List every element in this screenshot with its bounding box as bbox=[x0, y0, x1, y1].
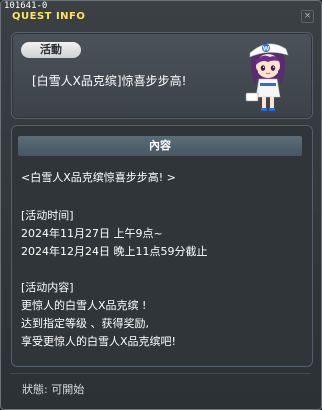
quest-header: 活動 [白雪人X品克缤]惊喜步步高! W bbox=[11, 32, 313, 119]
section-title: 內容 bbox=[18, 136, 302, 156]
description-line: [活动时间] bbox=[21, 209, 74, 222]
window-title: QUEST INFO bbox=[12, 11, 86, 22]
quest-status: 狀態: 可開始 bbox=[22, 383, 85, 396]
description-line: 2024年11月27日 上午9点~ bbox=[21, 227, 163, 240]
divider bbox=[11, 373, 311, 374]
description-line: 2024年12月24日 晚上11点59分截止 bbox=[21, 245, 208, 258]
description-line: 达到指定等级 、获得奖励, bbox=[21, 317, 149, 330]
description-line: <白雪人X品克缤惊喜步步高! > bbox=[21, 171, 176, 184]
description-line: 享受更惊人的白雪人X品克缤吧! bbox=[21, 335, 176, 348]
npc-portrait-icon: W bbox=[245, 43, 289, 111]
description-line: [活动内容] bbox=[21, 281, 74, 294]
quest-name: [白雪人X品克缤]惊喜步步高! bbox=[32, 74, 187, 88]
svg-text:W: W bbox=[263, 46, 270, 53]
quest-id: 101641-0 bbox=[4, 1, 48, 11]
description-line: 更惊人的白雪人X品克缤 ! bbox=[21, 299, 147, 312]
close-button[interactable]: × bbox=[301, 10, 314, 23]
quest-info-window: 101641-0 QUEST INFO × 活動 [白雪人X品克缤]惊喜步步高!… bbox=[0, 0, 322, 410]
category-tag: 活動 bbox=[21, 42, 81, 58]
